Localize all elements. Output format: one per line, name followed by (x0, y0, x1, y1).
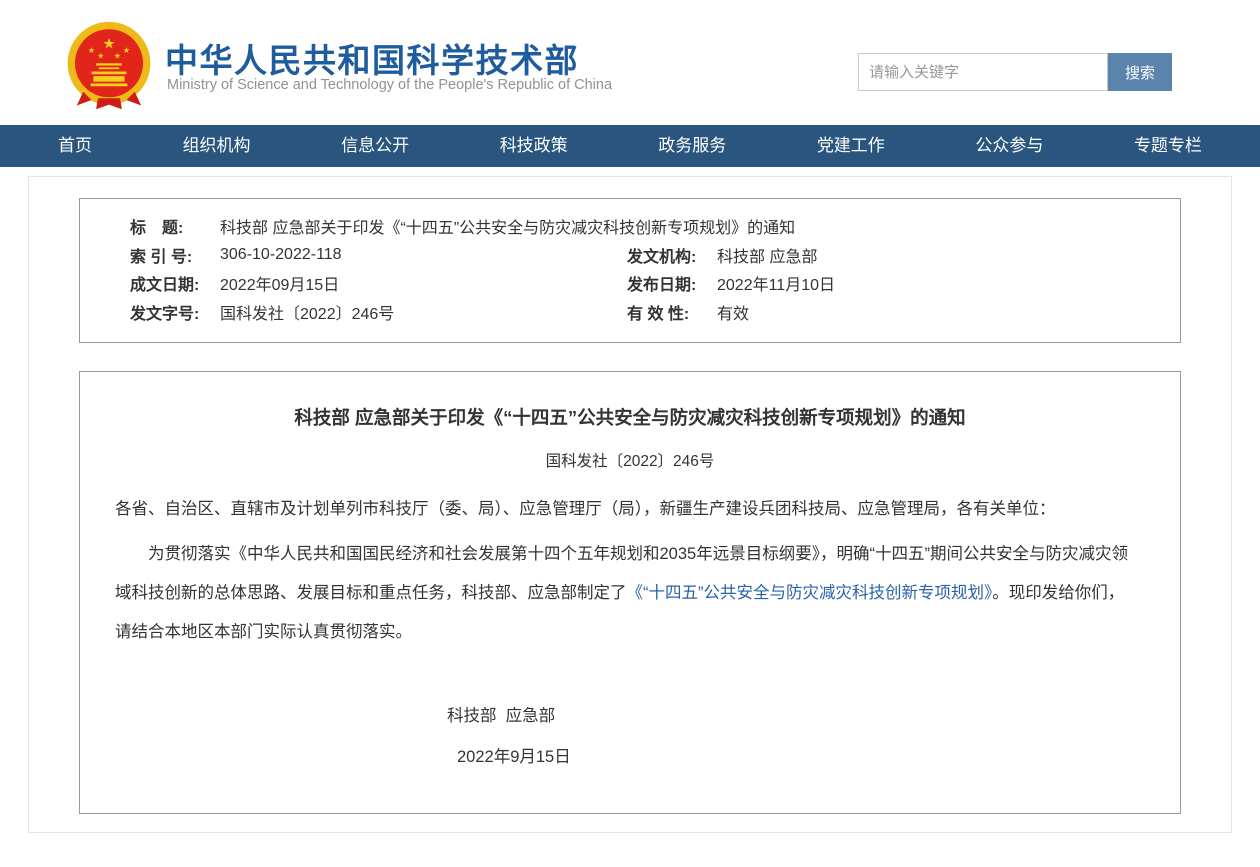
document-paragraph: 为贯彻落实《中华人民共和国国民经济和社会发展第十四个五年规划和2035年远景目标… (115, 535, 1138, 652)
meta-doc-number-value: 国科发社〔2022〕246号 (220, 300, 394, 324)
content-container: 标 题: 科技部 应急部关于印发《“十四五”公共安全与防灾减灾科技创新专项规划》… (28, 176, 1232, 833)
meta-written-date-value: 2022年09月15日 (220, 271, 339, 295)
svg-text:★: ★ (88, 46, 95, 55)
document-signature: 科技部 应急部 (80, 702, 1180, 726)
meta-doc-number-label: 发文字号: (130, 300, 220, 324)
meta-issuing-agency-value: 科技部 应急部 (717, 243, 817, 267)
plan-document-link[interactable]: 《“十四五”公共安全与防灾减灾科技创新专项规划》 (627, 584, 993, 602)
meta-index-label: 索 引 号: (130, 243, 220, 267)
search-box: 搜索 (858, 53, 1172, 91)
meta-row-docnum: 发文字号: 国科发社〔2022〕246号 有 效 性: 有效 (80, 298, 1180, 327)
site-title[interactable]: 中华人民共和国科学技术部 (165, 34, 579, 82)
nav-item-public-participation[interactable]: 公众参与 (975, 125, 1043, 167)
meta-title-label: 标 题: (130, 214, 220, 238)
meta-publish-date-label: 发布日期: (627, 271, 717, 295)
meta-validity-label: 有 效 性: (627, 300, 717, 324)
nav-item-sci-tech-policy[interactable]: 科技政策 (500, 125, 568, 167)
meta-publish-date-value: 2022年11月10日 (717, 271, 835, 295)
document-metadata-box: 标 题: 科技部 应急部关于印发《“十四五”公共安全与防灾减灾科技创新专项规划》… (79, 198, 1181, 343)
national-emblem-svg: ★ ★ ★ ★ ★ (60, 20, 158, 112)
nav-item-special-topics[interactable]: 专题专栏 (1134, 125, 1202, 167)
document-title: 科技部 应急部关于印发《“十四五”公共安全与防灾减灾科技创新专项规划》的通知 (140, 405, 1120, 431)
svg-text:★: ★ (114, 52, 121, 61)
nav-item-info-disclosure[interactable]: 信息公开 (341, 125, 409, 167)
nav-item-gov-services[interactable]: 政务服务 (658, 125, 726, 167)
svg-text:★: ★ (123, 46, 130, 55)
meta-written-date-label: 成文日期: (130, 271, 220, 295)
document-date: 2022年9月15日 (80, 743, 1180, 767)
meta-validity-value: 有效 (717, 300, 749, 324)
meta-index-value: 306-10-2022-118 (220, 246, 342, 264)
search-input[interactable] (858, 53, 1108, 91)
nav-item-party-building[interactable]: 党建工作 (817, 125, 885, 167)
document-body-box: 科技部 应急部关于印发《“十四五”公共安全与防灾减灾科技创新专项规划》的通知 国… (79, 371, 1181, 814)
national-emblem-icon[interactable]: ★ ★ ★ ★ ★ (60, 20, 158, 112)
meta-row-dates: 成文日期: 2022年09月15日 发布日期: 2022年11月10日 (80, 269, 1180, 298)
meta-title-value: 科技部 应急部关于印发《“十四五”公共安全与防灾减灾科技创新专项规划》的通知 (220, 214, 795, 238)
svg-text:★: ★ (97, 52, 104, 61)
site-subtitle-en: Ministry of Science and Technology of th… (167, 77, 612, 93)
nav-item-organization[interactable]: 组织机构 (183, 125, 251, 167)
main-nav: 首页 组织机构 信息公开 科技政策 政务服务 党建工作 公众参与 专题专栏 (0, 125, 1260, 167)
meta-issuing-agency-label: 发文机构: (627, 243, 717, 267)
search-button[interactable]: 搜索 (1108, 53, 1172, 91)
document-addressee: 各省、自治区、直辖市及计划单列市科技厅（委、局）、应急管理厅（局），新疆生产建设… (115, 497, 1140, 521)
nav-item-home[interactable]: 首页 (58, 125, 92, 167)
site-header: ★ ★ ★ ★ ★ 中华人民共和国科学技术部 Ministry of Scien… (0, 0, 1260, 125)
meta-row-title: 标 题: 科技部 应急部关于印发《“十四五”公共安全与防灾减灾科技创新专项规划》… (80, 212, 1180, 241)
meta-row-index: 索 引 号: 306-10-2022-118 发文机构: 科技部 应急部 (80, 241, 1180, 270)
document-number: 国科发社〔2022〕246号 (80, 449, 1180, 471)
svg-text:★: ★ (102, 37, 115, 53)
